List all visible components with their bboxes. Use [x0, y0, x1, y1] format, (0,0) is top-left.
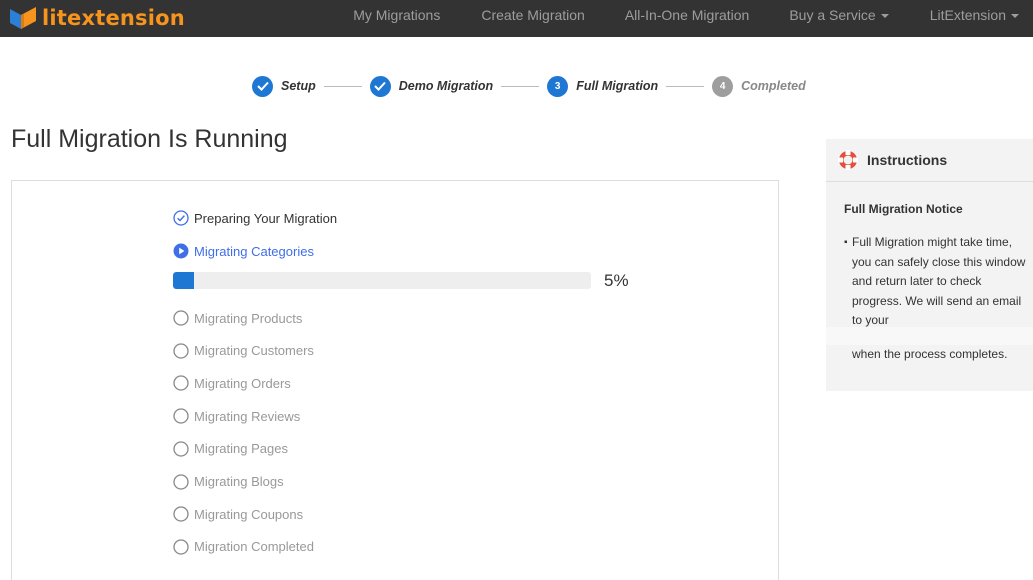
task-customers: Migrating Customers — [173, 343, 314, 359]
step-connector — [323, 85, 362, 87]
step-number: 4 — [712, 75, 734, 97]
task-products: Migrating Products — [173, 310, 302, 326]
nav-label: Create Migration — [481, 7, 585, 23]
step-label: Full Migration — [576, 79, 659, 93]
checkmark-icon — [369, 75, 391, 97]
empty-circle-icon — [173, 539, 189, 555]
empty-circle-icon — [173, 408, 189, 424]
step-connector — [501, 85, 540, 87]
task-label: Migrating Blogs — [194, 474, 284, 489]
caret-down-icon — [880, 14, 889, 19]
task-pages: Migrating Pages — [173, 441, 288, 457]
nav-label: LitExtension — [929, 7, 1006, 23]
progress-percent: 5% — [604, 271, 629, 290]
brand-logo[interactable]: litextension — [10, 4, 185, 32]
task-reviews: Migrating Reviews — [173, 408, 300, 424]
lifebuoy-icon — [838, 150, 858, 170]
empty-circle-icon — [173, 310, 189, 326]
task-orders: Migrating Orders — [173, 375, 291, 392]
notice-title: Full Migration Notice — [844, 202, 963, 216]
migration-progress-panel: Preparing Your Migration Migrating Categ… — [11, 180, 779, 580]
task-coupons: Migrating Coupons — [173, 506, 303, 522]
task-label: Migrating Customers — [194, 343, 314, 359]
step-label: Setup — [281, 79, 316, 93]
notice-text: Full Migration might take time, you can … — [852, 235, 1026, 327]
instructions-header: Instructions — [826, 139, 1033, 182]
check-circle-icon — [173, 210, 189, 226]
nav-create-migration[interactable]: Create Migration — [467, 0, 599, 37]
nav-menu: My Migrations Create Migration All-In-On… — [339, 0, 1033, 37]
empty-circle-icon — [173, 375, 189, 392]
top-navbar: litextension My Migrations Create Migrat… — [0, 0, 1033, 37]
step-completed: 4 Completed — [712, 75, 806, 97]
step-full-migration: 3 Full Migration — [547, 75, 659, 97]
bullet-icon: ▪ — [844, 237, 848, 248]
nav-all-in-one-migration[interactable]: All-In-One Migration — [611, 0, 764, 37]
task-label: Migrating Categories — [194, 243, 314, 259]
notice-list: ▪ Full Migration might take time, you ca… — [844, 233, 1029, 331]
step-number: 3 — [547, 75, 569, 97]
notice-tail: when the process completes. — [852, 347, 1008, 361]
nav-label: All-In-One Migration — [624, 7, 750, 23]
nav-buy-a-service[interactable]: Buy a Service — [775, 0, 902, 37]
task-label: Migrating Products — [194, 310, 303, 326]
step-demo-migration: Demo Migration — [369, 75, 494, 97]
nav-my-migrations[interactable]: My Migrations — [339, 0, 454, 37]
checkmark-icon — [252, 75, 273, 97]
instructions-title: Instructions — [867, 152, 948, 168]
empty-circle-icon — [173, 473, 189, 490]
page-title: Full Migration Is Running — [11, 125, 288, 153]
step-connector — [666, 85, 705, 87]
task-blogs: Migrating Blogs — [173, 473, 284, 490]
empty-circle-icon — [173, 343, 189, 359]
nav-label: Buy a Service — [789, 7, 876, 23]
task-preparing: Preparing Your Migration — [173, 210, 337, 226]
step-label: Demo Migration — [398, 79, 494, 93]
instructions-sidebar: Instructions Full Migration Notice ▪ Ful… — [826, 139, 1033, 391]
caret-down-icon — [1011, 14, 1019, 19]
task-label: Migration Completed — [194, 539, 314, 555]
task-label: Migrating Orders — [194, 375, 291, 391]
nav-litextension-account[interactable]: LitExtension — [916, 0, 1033, 37]
task-label: Migrating Coupons — [194, 506, 304, 522]
progress-bar-fill — [173, 272, 194, 289]
task-categories: Migrating Categories — [173, 243, 314, 259]
progress-bar — [173, 272, 591, 289]
task-label: Migrating Reviews — [194, 408, 301, 424]
empty-circle-icon — [173, 506, 189, 522]
nav-label: My Migrations — [353, 7, 441, 23]
play-circle-icon — [173, 243, 189, 259]
task-label: Preparing Your Migration — [194, 210, 338, 226]
step-label: Completed — [741, 79, 806, 93]
task-label: Migrating Pages — [194, 441, 288, 457]
step-setup: Setup — [252, 75, 316, 97]
task-completed: Migration Completed — [173, 539, 314, 555]
email-placeholder-band — [826, 327, 1033, 345]
brand-name: litextension — [42, 6, 185, 30]
migration-stepper: Setup Demo Migration 3 Full Migration 4 … — [252, 74, 806, 98]
empty-circle-icon — [173, 441, 189, 457]
litextension-logo-icon — [10, 7, 36, 29]
